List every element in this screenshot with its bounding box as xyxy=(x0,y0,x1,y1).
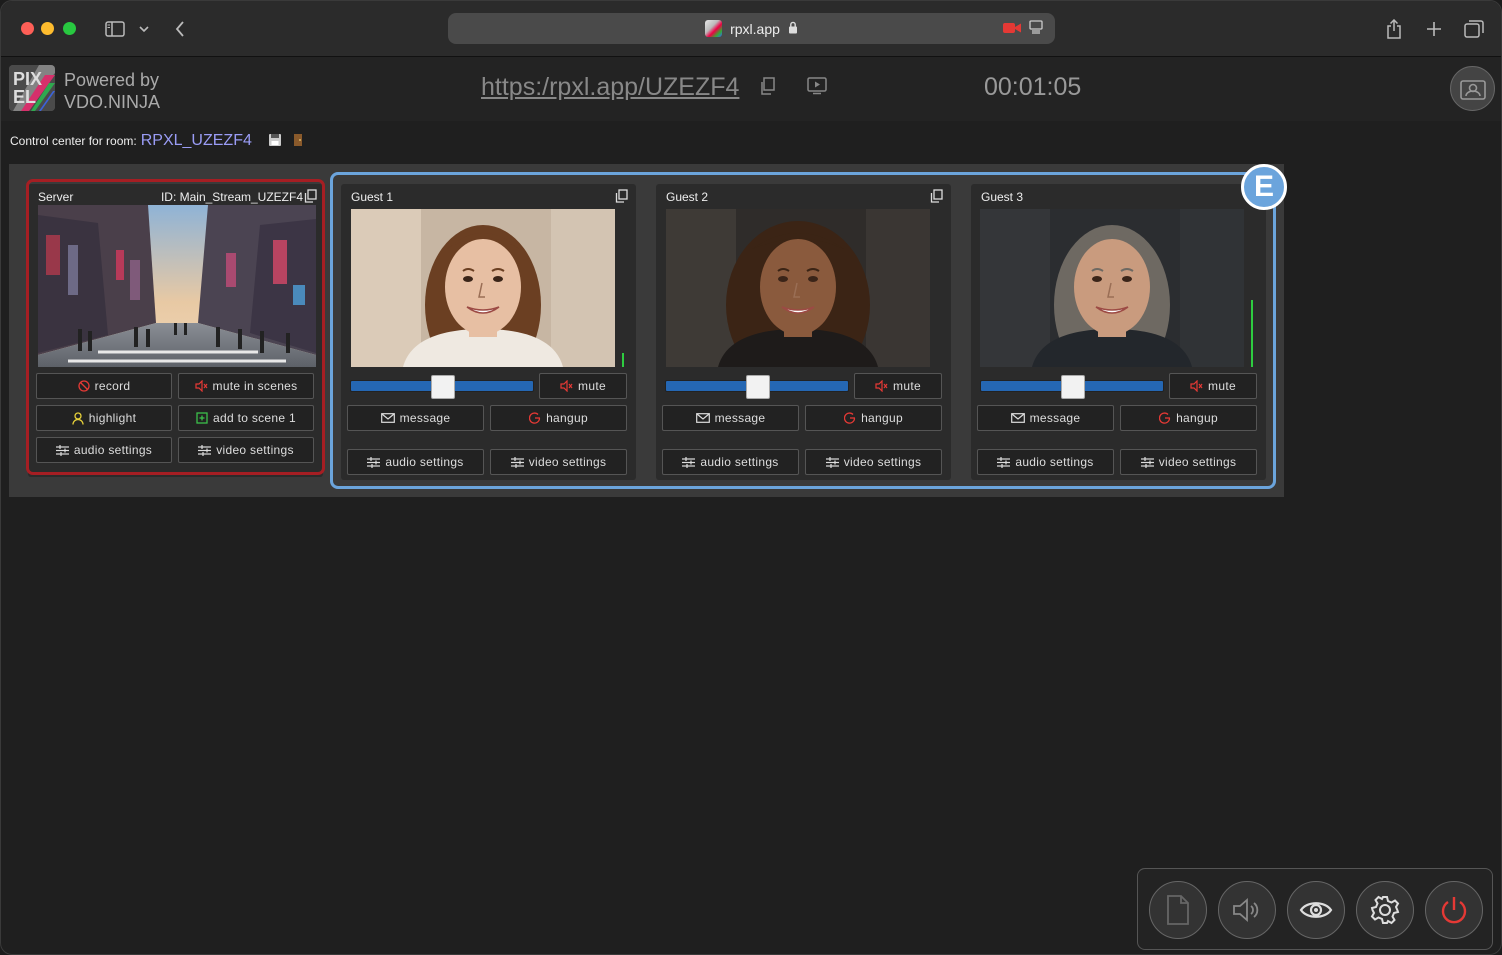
browser-window: rpxl.app PIX EL Powered by VDO.NINJA htt… xyxy=(0,0,1502,955)
settings-button[interactable] xyxy=(1356,881,1414,939)
speaker-button[interactable] xyxy=(1218,881,1276,939)
document-button[interactable] xyxy=(1149,881,1207,939)
powered-by-text: Powered by VDO.NINJA xyxy=(64,69,160,113)
browser-toolbar: rpxl.app xyxy=(1,1,1501,57)
contact-card-icon xyxy=(1459,79,1486,100)
powered-line-1: Powered by xyxy=(64,70,160,90)
address-bar[interactable]: rpxl.app xyxy=(448,13,1055,44)
visibility-button[interactable] xyxy=(1287,881,1345,939)
copy-link-icon[interactable] xyxy=(760,77,776,100)
hangup-power-button[interactable] xyxy=(1425,881,1483,939)
speaker-icon xyxy=(1233,898,1259,922)
power-icon xyxy=(1441,897,1467,924)
bottom-control-dock xyxy=(1137,868,1493,950)
save-icon[interactable] xyxy=(268,133,282,150)
door-exit-icon[interactable] xyxy=(292,133,304,150)
pixel-logo: PIX EL xyxy=(9,65,55,111)
control-center-label: Control center for room: xyxy=(10,134,137,148)
close-window-button[interactable] xyxy=(21,22,34,35)
room-name: RPXL_UZEZF4 xyxy=(140,132,252,149)
tab-overview-icon[interactable] xyxy=(1463,15,1485,43)
powered-line-2: VDO.NINJA xyxy=(64,92,161,112)
back-icon[interactable] xyxy=(171,15,189,43)
gear-icon xyxy=(1370,895,1400,925)
session-timer: 00:01:05 xyxy=(984,73,1082,101)
minimize-window-button[interactable] xyxy=(41,22,54,35)
profile-button[interactable] xyxy=(1450,66,1495,111)
document-icon xyxy=(1167,895,1189,925)
svg-text:PIX: PIX xyxy=(13,69,42,89)
address-text: rpxl.app xyxy=(730,20,780,37)
app-header: PIX EL Powered by VDO.NINJA https:/rpxl.… xyxy=(1,57,1501,121)
share-icon[interactable] xyxy=(1384,15,1404,43)
sidebar-toggle-icon[interactable] xyxy=(103,15,127,43)
lock-icon xyxy=(788,21,798,37)
camera-recording-icon[interactable] xyxy=(1003,21,1021,37)
eye-icon xyxy=(1299,902,1333,918)
svg-text:EL: EL xyxy=(13,87,36,107)
site-favicon xyxy=(705,20,723,37)
control-center-line: Control center for room: RPXL_UZEZF4 xyxy=(10,132,304,150)
chevron-down-icon[interactable] xyxy=(137,15,151,43)
new-tab-icon[interactable] xyxy=(1424,15,1444,43)
reader-icon[interactable] xyxy=(1029,20,1043,37)
annotation-badge: E xyxy=(1241,164,1287,210)
zoom-window-button[interactable] xyxy=(63,22,76,35)
preview-icon[interactable] xyxy=(807,77,827,100)
room-link[interactable]: https:/rpxl.app/UZEZF4 xyxy=(481,73,739,102)
server-highlight-outline xyxy=(26,179,325,475)
guests-highlight-outline xyxy=(330,172,1276,489)
